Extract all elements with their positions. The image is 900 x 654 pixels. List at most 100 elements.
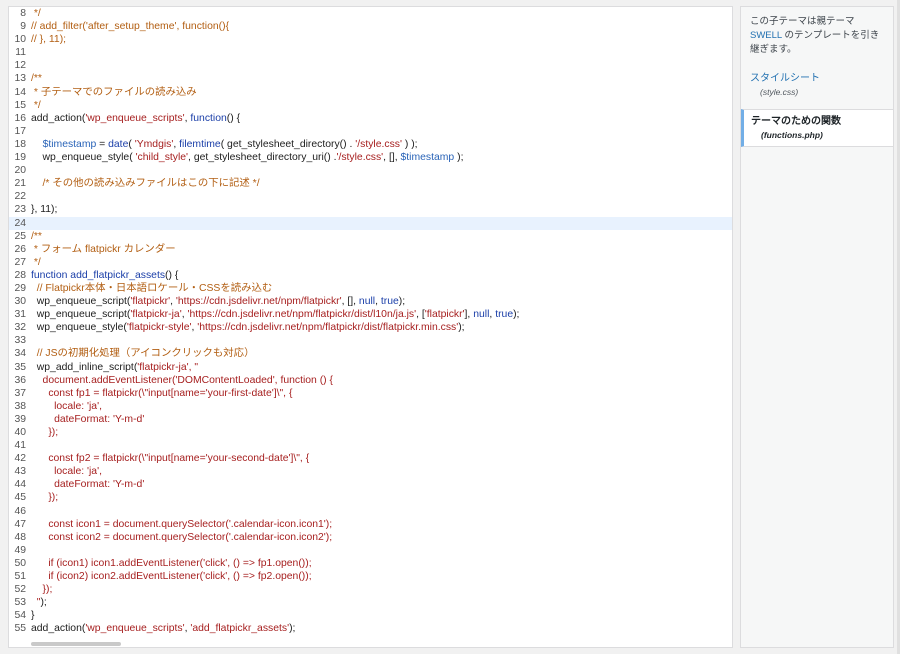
code-line[interactable]: 44 dateFormat: 'Y-m-d' [9,478,732,491]
code-line[interactable]: 43 locale: 'ja', [9,465,732,478]
code-line[interactable]: 24 [9,216,732,230]
code-token: locale: 'ja', [31,400,102,412]
code-line[interactable]: 25 /** [9,230,732,243]
code-line[interactable]: 26 * フォーム flatpickr カレンダー [9,243,732,256]
code-line[interactable]: 27 */ [9,256,732,269]
line-number: 34 [14,348,26,360]
line-number: 23 [14,204,26,216]
code-line[interactable]: 34 // JSの初期化処理（アイコンクリックも対応） [9,347,732,360]
code-line[interactable]: 12 [9,59,732,72]
code-line[interactable]: 33 [9,334,732,347]
line-number: 54 [14,610,26,622]
line-number: 12 [14,60,26,72]
code-line[interactable]: 14 * 子テーマでのファイルの読み込み [9,86,732,99]
code-token: () { [165,269,179,281]
code-line[interactable]: 41 [9,439,732,452]
code-line[interactable]: 53 "); [9,596,732,609]
line-number: 49 [14,544,26,556]
code-line[interactable]: 11 [9,46,732,59]
line-code: dateFormat: 'Y-m-d' [31,413,144,426]
code-line[interactable]: 8 */ [9,7,732,20]
file-title[interactable]: スタイルシート [750,72,885,86]
code-line[interactable]: 50 if (icon1) icon1.addEventListener('cl… [9,557,732,570]
code-line[interactable]: 16 add_action('wp_enqueue_scripts', funct… [9,112,732,125]
code-line[interactable]: 52 }); [9,583,732,596]
code-line[interactable]: 46 [9,505,732,518]
line-number: 30 [14,296,26,308]
line-number: 41 [14,440,26,452]
code-token: if (icon2) icon2.addEventListener('click… [31,571,312,583]
code-line[interactable]: 37 const fp1 = flatpickr(\"input[name='y… [9,387,732,400]
code-line[interactable]: 31 wp_enqueue_script('flatpickr-ja', 'ht… [9,308,732,321]
code-line[interactable]: 45 }); [9,491,732,504]
code-line[interactable]: 32 wp_enqueue_style('flatpickr-style', '… [9,321,732,334]
code-token: const icon2 = document.querySelector('.c… [31,531,333,543]
line-number: 21 [14,178,26,190]
code-token: filemtime [179,138,221,150]
code-token: '/style.css' [355,138,402,150]
line-code: }, 11); [31,203,57,216]
code-line[interactable]: 49 [9,544,732,557]
code-token: if (icon1) icon1.addEventListener('click… [31,557,312,569]
code-token: null [473,309,490,321]
code-line[interactable]: 28 function add_flatpickr_assets() { [9,269,732,282]
code-line[interactable]: 51 if (icon2) icon2.addEventListener('cl… [9,570,732,583]
code-editor[interactable]: 8 */9// add_filter('after_setup_theme', … [8,6,733,648]
code-line[interactable]: 30 wp_enqueue_script('flatpickr', 'https… [9,295,732,308]
code-line[interactable]: 55 add_action('wp_enqueue_scripts', 'add_… [9,622,732,635]
line-number: 48 [14,531,26,543]
code-line[interactable]: 9 // add_filter('after_setup_theme', func… [9,20,732,33]
parent-theme-link[interactable]: SWELL [750,30,782,41]
code-line[interactable]: 29 // Flatpickr本体・日本語ロケール・CSSを読み込む [9,282,732,295]
line-number: 19 [14,152,26,164]
file-title[interactable]: テーマのための関数 [751,115,885,129]
code-line[interactable]: 42 const fp2 = flatpickr(\"input[name='y… [9,452,732,465]
code-line[interactable]: 13 /** [9,72,732,85]
code-line[interactable]: 10 // }, 11); [9,33,732,46]
code-line[interactable]: 18 $timestamp = date( 'Ymdgis', filemtim… [9,138,732,151]
code-line[interactable]: 47 const icon1 = document.querySelector(… [9,518,732,531]
line-code: // }, 11); [31,33,66,46]
code-line[interactable]: 48 const icon2 = document.querySelector(… [9,531,732,544]
code-token: * フォーム flatpickr カレンダー [31,243,176,255]
code-token: ); [458,322,465,334]
code-lines[interactable]: 8 */9// add_filter('after_setup_theme', … [9,7,732,636]
code-token: date [108,138,129,150]
line-code: * 子テーマでのファイルの読み込み [31,86,197,99]
line-code: // JSの初期化処理（アイコンクリックも対応） [31,347,255,360]
code-token: ); [398,296,406,308]
code-line[interactable]: 40 }); [9,426,732,439]
code-token: 'https://cdn.jsdelivr.net/npm/flatpickr/… [187,309,417,321]
file-name: (functions.php) [761,130,823,140]
line-number: 28 [14,269,26,281]
code-line[interactable]: 22 [9,190,732,203]
code-line[interactable]: 17 [9,125,732,138]
file-item-stylesheet[interactable]: スタイルシート (style.css) [741,67,893,103]
line-code: const fp1 = flatpickr(\"input[name='your… [31,387,292,400]
code-line[interactable]: 20 [9,164,732,177]
code-token: 'add_flatpickr_assets' [190,623,290,635]
file-item-functions[interactable]: テーマのための関数 (functions.php) [741,109,893,147]
code-token: // }, 11); [31,34,67,46]
line-code: }); [31,583,53,596]
code-line[interactable]: 15 */ [9,99,732,112]
horizontal-scrollbar[interactable] [31,642,121,646]
line-number: 39 [14,413,26,425]
line-number: 36 [14,374,26,386]
code-line[interactable]: 36 document.addEventListener('DOMContent… [9,374,732,387]
code-line[interactable]: 39 dateFormat: 'Y-m-d' [9,413,732,426]
line-code: document.addEventListener('DOMContentLoa… [31,374,333,387]
line-number: 11 [15,47,26,59]
code-line[interactable]: 23 }, 11); [9,203,732,216]
code-token: 'flatpickr' [424,309,465,321]
code-line[interactable]: 38 locale: 'ja', [9,400,732,413]
line-number: 35 [14,361,26,373]
line-number: 43 [14,466,26,478]
code-line[interactable]: 21 /* その他の読み込みファイルはこの下に記述 */ [9,177,732,190]
line-number: 8 [20,8,26,19]
code-token: ); [454,152,464,164]
code-line[interactable]: 19 wp_enqueue_style( 'child_style', get_… [9,151,732,164]
code-line[interactable]: 54} [9,609,732,622]
code-line[interactable]: 35 wp_add_inline_script('flatpickr-ja', … [9,361,732,374]
line-number: 45 [14,492,26,504]
